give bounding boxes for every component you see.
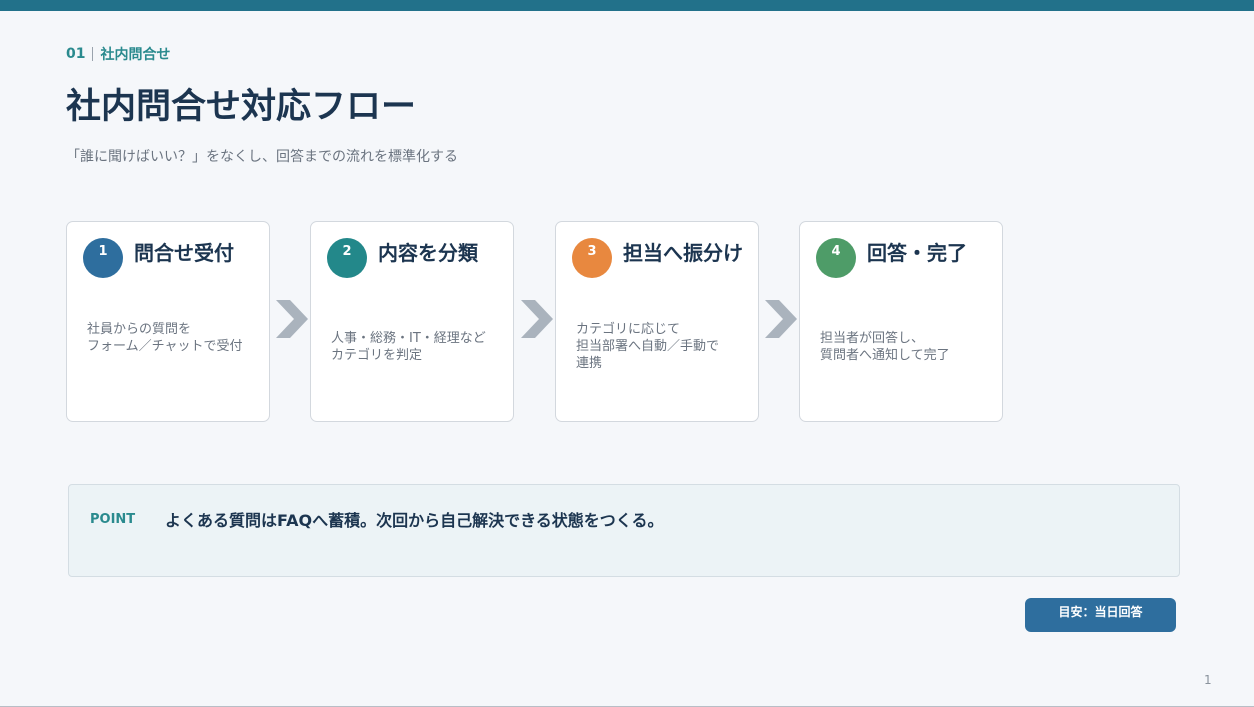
chevron-right-icon (276, 300, 308, 338)
step-number-badge: 4 (816, 238, 856, 278)
step-card-3: 3 担当へ振分け カテゴリに応じて 担当部署へ自動／手動で 連携 (555, 221, 759, 422)
point-label: POINT (90, 512, 136, 527)
section-label: 01 社内問合せ (66, 45, 170, 63)
page-subtitle: 「誰に聞けばいい？」をなくし、回答までの流れを標準化する (66, 149, 458, 165)
top-accent-bar (0, 0, 1254, 11)
page-number: 1 (1204, 673, 1212, 687)
step-number-badge: 1 (83, 238, 123, 278)
step-description: 社員からの質問を フォーム／チャットで受付 (87, 322, 243, 354)
section-name: 社内問合せ (100, 47, 171, 63)
step-description: カテゴリに応じて 担当部署へ自動／手動で 連携 (576, 322, 720, 371)
step-card-4: 4 回答・完了 担当者が回答し、 質問者へ通知して完了 (799, 221, 1003, 422)
step-title: 問合せ受付 (134, 241, 234, 265)
step-number-badge: 3 (572, 238, 612, 278)
section-number: 01 (66, 46, 86, 62)
step-title: 担当へ振分け (623, 241, 743, 265)
chevron-right-icon (765, 300, 797, 338)
step-description: 担当者が回答し、 質問者へ通知して完了 (820, 331, 950, 363)
section-divider (92, 47, 94, 61)
estimate-badge: 目安：当日回答 (1025, 598, 1176, 632)
chevron-right-icon (521, 300, 553, 338)
step-description: 人事・総務・IT・経理など カテゴリを判定 (331, 331, 486, 363)
step-card-1: 1 問合せ受付 社員からの質問を フォーム／チャットで受付 (66, 221, 270, 422)
point-callout: POINT よくある質問はFAQへ蓄積。次回から自己解決できる状態をつくる。 (68, 484, 1180, 577)
step-title: 回答・完了 (867, 241, 967, 265)
step-number-badge: 2 (327, 238, 367, 278)
page-title: 社内問合せ対応フロー (66, 87, 417, 127)
point-text: よくある質問はFAQへ蓄積。次回から自己解決できる状態をつくる。 (165, 511, 664, 530)
step-card-2: 2 内容を分類 人事・総務・IT・経理など カテゴリを判定 (310, 221, 514, 422)
step-title: 内容を分類 (378, 241, 478, 265)
